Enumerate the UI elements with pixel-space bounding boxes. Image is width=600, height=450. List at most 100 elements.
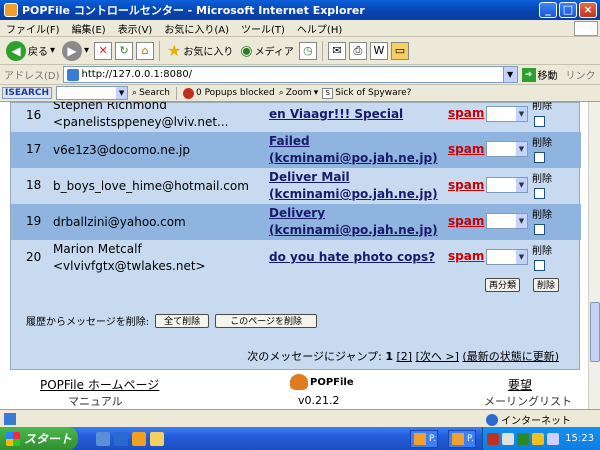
forward-arrow-icon: ▶ bbox=[62, 40, 83, 61]
bucket-link[interactable]: spam bbox=[448, 214, 484, 228]
next-page-link[interactable]: [次へ >] bbox=[416, 350, 459, 363]
scrollbar-thumb[interactable] bbox=[590, 302, 600, 362]
isearch-input[interactable]: ▼ bbox=[56, 86, 129, 100]
reclassify-select[interactable]: ▼ bbox=[486, 249, 528, 265]
manual-link[interactable]: マニュアル bbox=[68, 393, 123, 409]
message-subject-link[interactable]: en Viaagr!!! Special bbox=[269, 106, 403, 123]
isearch-search-button[interactable]: ⌕ Search bbox=[132, 88, 170, 98]
spyware-button[interactable]: S Sick of Spyware? bbox=[322, 87, 411, 99]
links-button[interactable]: リンク bbox=[566, 67, 596, 82]
delete-checkbox[interactable] bbox=[534, 188, 545, 199]
mailinglist-link[interactable]: メーリングリスト bbox=[484, 393, 572, 409]
start-button[interactable]: スタート bbox=[0, 427, 78, 450]
stop-icon[interactable]: ✕ bbox=[94, 41, 113, 60]
delete-checkbox[interactable] bbox=[534, 260, 545, 271]
address-url: http://127.0.0.1:8080/ bbox=[81, 69, 193, 80]
address-dropdown-icon[interactable]: ▼ bbox=[502, 67, 517, 82]
favorites-button[interactable]: ★ お気に入り bbox=[165, 39, 235, 63]
minimize-button[interactable]: _ bbox=[539, 2, 557, 18]
ie-icon[interactable] bbox=[114, 431, 128, 446]
version-text: v0.21.2 bbox=[298, 394, 340, 407]
refresh-link[interactable]: (最新の状態に更新) bbox=[462, 350, 559, 363]
menu-view[interactable]: 表示(V) bbox=[112, 21, 159, 36]
popups-blocked-button[interactable]: 0 Popups blocked bbox=[182, 87, 275, 99]
from-line: v6e1z3@docomo.ne.jp bbox=[53, 143, 190, 157]
mail-icon[interactable]: ✉ bbox=[327, 41, 346, 60]
reclassify-select[interactable]: ▼ bbox=[486, 213, 528, 229]
browser-window: POPFile コントロールセンター - Microsoft Internet … bbox=[0, 0, 600, 450]
request-link[interactable]: 要望 bbox=[508, 376, 532, 393]
message-subject-link[interactable]: Deliver Mail (kcminami@po.jah.ne.jp) bbox=[269, 169, 438, 203]
menu-favorites[interactable]: お気に入り(A) bbox=[158, 21, 235, 36]
status-bar: インターネット bbox=[0, 409, 600, 427]
subject-line: (kcminami@po.jah.ne.jp) bbox=[269, 187, 438, 201]
zoom-icon: ⌕ bbox=[278, 88, 284, 98]
taskbar-item-popfile[interactable]: P. bbox=[410, 430, 438, 448]
menu-edit[interactable]: 編集(E) bbox=[66, 21, 112, 36]
message-number: 17 bbox=[26, 142, 42, 156]
start-label: スタート bbox=[24, 432, 73, 446]
refresh-icon[interactable]: ↻ bbox=[115, 41, 134, 60]
page-icon bbox=[66, 68, 79, 81]
message-subject-link[interactable]: Failed (kcminami@po.jah.ne.jp) bbox=[269, 133, 438, 167]
close-button[interactable]: × bbox=[579, 2, 597, 18]
home-icon[interactable]: ⌂ bbox=[136, 41, 155, 60]
tray-icon[interactable] bbox=[517, 432, 529, 445]
delete-button[interactable]: 削除 bbox=[533, 278, 560, 292]
zone-label: インターネット bbox=[501, 416, 571, 427]
homepage-link[interactable]: POPFile ホームページ bbox=[40, 376, 159, 393]
vertical-scrollbar[interactable] bbox=[588, 102, 600, 409]
menu-help[interactable]: ヘルプ(H) bbox=[291, 21, 348, 36]
bucket-link[interactable]: spam bbox=[448, 142, 484, 156]
zoom-button[interactable]: ⌕ Zoom ▾ bbox=[279, 88, 319, 98]
tray-icon[interactable] bbox=[487, 432, 499, 445]
reclassify-select[interactable]: ▼ bbox=[486, 141, 528, 157]
message-subject-link[interactable]: Delivery (kcminami@po.jah.ne.jp) bbox=[269, 205, 438, 239]
star-icon: ★ bbox=[167, 41, 182, 60]
reclassify-button[interactable]: 再分類 bbox=[485, 278, 521, 292]
message-from: v6e1z3@docomo.ne.jp bbox=[53, 142, 190, 159]
bucket-link[interactable]: spam bbox=[448, 178, 484, 192]
desktop-icon[interactable] bbox=[96, 431, 110, 446]
folder-icon[interactable] bbox=[150, 431, 164, 446]
delete-checkbox[interactable] bbox=[534, 116, 545, 127]
delete-checkbox[interactable] bbox=[534, 152, 545, 163]
tray-icon[interactable] bbox=[532, 432, 544, 445]
media-player-icon[interactable] bbox=[132, 431, 146, 446]
page-link-2[interactable]: [2] bbox=[397, 350, 413, 363]
delete-all-button[interactable]: 全て削除 bbox=[155, 313, 210, 328]
reclassify-select[interactable]: ▼ bbox=[486, 106, 528, 122]
message-number: 20 bbox=[26, 250, 42, 264]
bucket-link[interactable]: spam bbox=[448, 106, 484, 120]
message-subject-link[interactable]: do you hate photo cops? bbox=[269, 249, 435, 266]
taskbar-item-2[interactable]: P. bbox=[448, 430, 476, 448]
reclassify-select[interactable]: ▼ bbox=[486, 177, 528, 193]
history-icon[interactable]: ◷ bbox=[298, 41, 317, 60]
maximize-button[interactable]: □ bbox=[559, 2, 577, 18]
tray-icon[interactable] bbox=[547, 432, 559, 445]
dropdown-arrow-icon: ▾ bbox=[84, 45, 90, 56]
delete-checkbox[interactable] bbox=[534, 224, 545, 235]
forward-button[interactable]: ▶ ▾ bbox=[60, 39, 91, 63]
subject-line: Deliver Mail bbox=[269, 170, 350, 184]
isearch-logo[interactable]: ISEARCH bbox=[2, 87, 53, 99]
toolbar-separator bbox=[321, 40, 323, 61]
delete-label: 削除 bbox=[532, 210, 552, 221]
table-row: 16 Stephen Richmond <panelistsppeney@lvi… bbox=[11, 102, 581, 131]
tray-icon[interactable] bbox=[502, 432, 514, 445]
media-button[interactable]: ◉ メディア bbox=[238, 39, 296, 63]
folder-icon[interactable]: ▭ bbox=[390, 41, 409, 60]
menu-file[interactable]: ファイル(F) bbox=[0, 21, 66, 36]
delete-label: 削除 bbox=[532, 174, 552, 185]
isearch-toolbar: ISEARCH ▼ ⌕ Search 0 Popups blocked ⌕ Zo… bbox=[0, 85, 600, 102]
back-button[interactable]: ◀ 戻る ▾ bbox=[4, 39, 57, 63]
go-button[interactable]: ➜ 移動 bbox=[521, 67, 558, 82]
subject-line: (kcminami@po.jah.ne.jp) bbox=[269, 223, 438, 237]
print-icon[interactable]: ⎙ bbox=[348, 41, 367, 60]
edit-icon[interactable]: W bbox=[369, 41, 388, 60]
delete-page-button[interactable]: このページを削除 bbox=[215, 313, 318, 328]
address-input[interactable]: http://127.0.0.1:8080/ ▼ bbox=[62, 66, 518, 83]
bucket-link[interactable]: spam bbox=[448, 249, 484, 263]
menu-tools[interactable]: ツール(T) bbox=[235, 21, 291, 36]
dropdown-arrow-icon[interactable]: ▼ bbox=[116, 87, 128, 99]
